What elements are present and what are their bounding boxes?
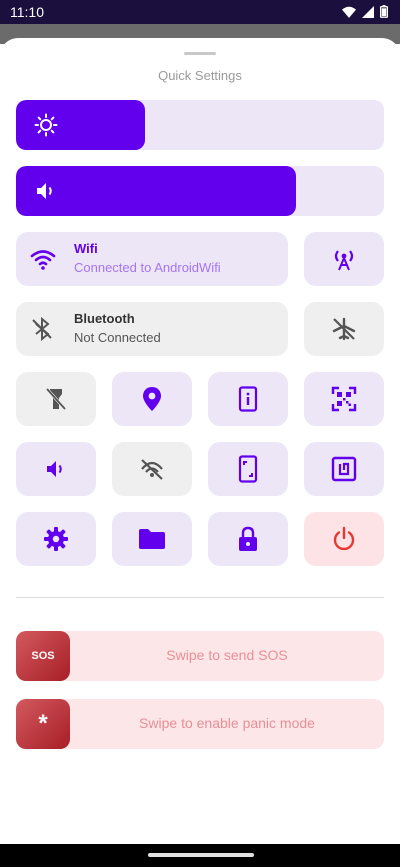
settings-tile[interactable] (16, 512, 96, 566)
location-pin-icon (143, 387, 161, 411)
lock-tile[interactable] (208, 512, 288, 566)
wifi-tile[interactable]: Wifi Connected to AndroidWifi (16, 232, 288, 286)
flashlight-tile[interactable] (16, 372, 96, 426)
qr-code-scanner-icon (331, 386, 357, 412)
airplane-mode-tile[interactable] (304, 302, 384, 356)
bluetooth-title: Bluetooth (74, 311, 135, 326)
wifi-title: Wifi (74, 241, 98, 256)
nfc-icon (331, 456, 357, 482)
device-info-tile[interactable] (208, 372, 288, 426)
hotspot-icon (334, 250, 354, 271)
volume-slider[interactable] (16, 166, 384, 216)
battery-icon (380, 5, 388, 18)
panic-swipe-slider[interactable]: * Swipe to enable panic mode (16, 699, 384, 749)
navigation-bar (0, 844, 400, 867)
power-icon (333, 526, 355, 551)
brightness-slider[interactable] (16, 100, 384, 150)
drag-handle[interactable] (184, 52, 216, 55)
nfc-scan-tile[interactable] (304, 442, 384, 496)
status-bar: 11:10 (0, 0, 400, 24)
bluetooth-disabled-icon (32, 317, 52, 341)
screenshot-icon (238, 455, 258, 483)
qr-scanner-tile[interactable] (304, 372, 384, 426)
sos-swipe-knob[interactable]: SOS (16, 631, 70, 681)
home-gesture-pill[interactable] (148, 853, 254, 857)
folder-icon (139, 529, 165, 549)
sos-swipe-label: Swipe to send SOS (166, 647, 288, 663)
flashlight-off-icon (45, 387, 67, 411)
wifi-signal-icon (342, 6, 356, 18)
panic-swipe-label: Swipe to enable panic mode (139, 715, 315, 731)
power-tile[interactable] (304, 512, 384, 566)
files-tile[interactable] (112, 512, 192, 566)
wifi-status: Connected to AndroidWifi (74, 260, 221, 275)
bluetooth-status: Not Connected (74, 330, 161, 345)
device-info-icon (238, 386, 258, 412)
gear-icon (44, 527, 68, 551)
screenshot-tile[interactable] (208, 442, 288, 496)
status-icons (342, 5, 388, 18)
sos-swipe-slider[interactable]: SOS Swipe to send SOS (16, 631, 384, 681)
cell-signal-icon (362, 5, 374, 18)
wifi-icon (30, 250, 56, 270)
status-time: 11:10 (10, 4, 44, 20)
hotspot-tile[interactable] (304, 232, 384, 286)
airplane-mode-off-icon (332, 317, 356, 341)
bluetooth-tile[interactable]: Bluetooth Not Connected (16, 302, 288, 356)
location-tile[interactable] (112, 372, 192, 426)
sos-knob-label: SOS (31, 650, 55, 662)
sound-tile[interactable] (16, 442, 96, 496)
brightness-icon (34, 113, 58, 137)
sheet-title: Quick Settings (158, 68, 242, 83)
volume-icon (37, 183, 52, 199)
signal-off-icon (141, 459, 163, 480)
nfc-tile[interactable] (112, 442, 192, 496)
divider (16, 597, 384, 598)
panic-swipe-knob[interactable]: * (16, 699, 70, 749)
lock-icon (239, 526, 257, 551)
volume-up-icon (47, 461, 62, 477)
asterisk-icon: * (38, 710, 48, 737)
